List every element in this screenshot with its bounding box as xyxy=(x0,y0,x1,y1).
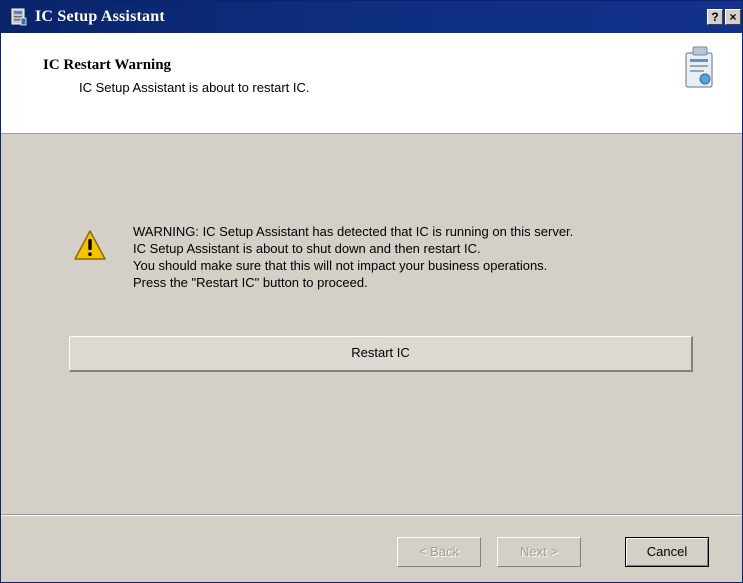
warning-line: Press the "Restart IC" button to proceed… xyxy=(133,275,368,290)
cancel-button[interactable]: Cancel xyxy=(625,537,709,567)
setup-assistant-window: IC Setup Assistant ? × IC Restart Warnin… xyxy=(0,0,743,583)
app-icon xyxy=(11,8,27,26)
back-button[interactable]: < Back xyxy=(397,537,481,567)
next-button[interactable]: Next > xyxy=(497,537,581,567)
wizard-header: IC Restart Warning IC Setup Assistant is… xyxy=(1,33,742,134)
window-title: IC Setup Assistant xyxy=(35,8,165,25)
warning-line: You should make sure that this will not … xyxy=(133,258,548,273)
warning-message: WARNING: IC Setup Assistant has detected… xyxy=(133,223,713,291)
page-title: IC Restart Warning xyxy=(43,57,172,73)
restart-ic-button[interactable]: Restart IC xyxy=(69,336,693,372)
footer-separator xyxy=(1,514,742,516)
warning-line: IC Setup Assistant is about to shut down… xyxy=(133,241,481,256)
close-button[interactable]: × xyxy=(725,9,741,25)
help-button[interactable]: ? xyxy=(707,9,723,25)
title-bar[interactable]: IC Setup Assistant ? × xyxy=(1,1,742,33)
warning-line: WARNING: IC Setup Assistant has detected… xyxy=(133,224,574,239)
warning-triangle-icon xyxy=(74,230,106,260)
page-subtitle: IC Setup Assistant is about to restart I… xyxy=(79,80,310,95)
setup-wizard-icon xyxy=(685,46,713,88)
